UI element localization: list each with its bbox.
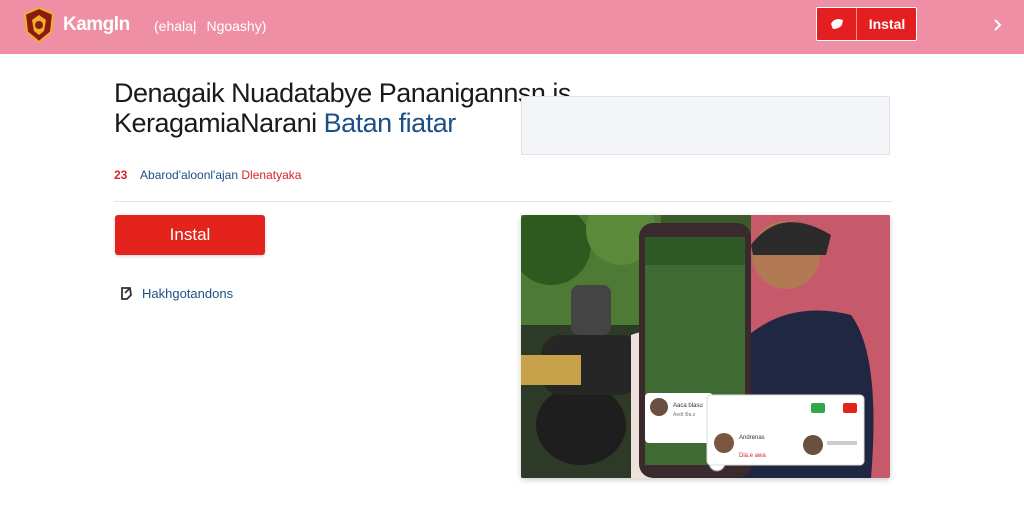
external-link[interactable]: Hakhgotandons [118,285,233,301]
install-button[interactable]: Instal [115,215,265,255]
nav-item-ehala[interactable]: (ehala| [154,18,197,34]
card-title: Aaca blasu [673,403,703,409]
shield-icon [817,8,857,40]
card-subtitle: Aedt l9a.s [673,412,696,418]
call-label: Andrenas [739,435,765,441]
header-install-label: Instal [868,16,906,32]
meta-line: 23 Abarod'aloonl'ajan Dlenatyaka [114,168,301,182]
divider [114,201,892,202]
header-install-button[interactable]: Instal [816,7,917,41]
chevron-right-icon[interactable] [988,13,1008,37]
external-link-label: Hakhgotandons [142,285,234,301]
title-line-2-part-a: KeragamiaNarani [114,108,317,138]
top-header: Kamgln (ehala| Ngoashy) Instal [0,0,1024,54]
meta-text-a: Abarod'aloonl'ajan [140,168,239,182]
meta-text-b: Dlenatyaka [241,168,302,182]
call-subtitle: Dla.e awa [739,453,766,459]
hero-photo: Aaca blasu Aedt l9a.s Andrenas Dla.e awa [521,215,890,478]
nav-item-ngoashy[interactable]: Ngoashy) [206,18,266,34]
brand-name[interactable]: Kamgln [63,14,130,36]
garuda-emblem-icon[interactable] [22,6,56,44]
title-line-2-part-b: Batan fiatar [323,108,457,138]
search-panel[interactable] [521,96,890,155]
header-nav: (ehala| Ngoashy) [154,18,272,34]
external-link-icon [121,287,132,300]
meta-number: 23 [114,168,128,182]
